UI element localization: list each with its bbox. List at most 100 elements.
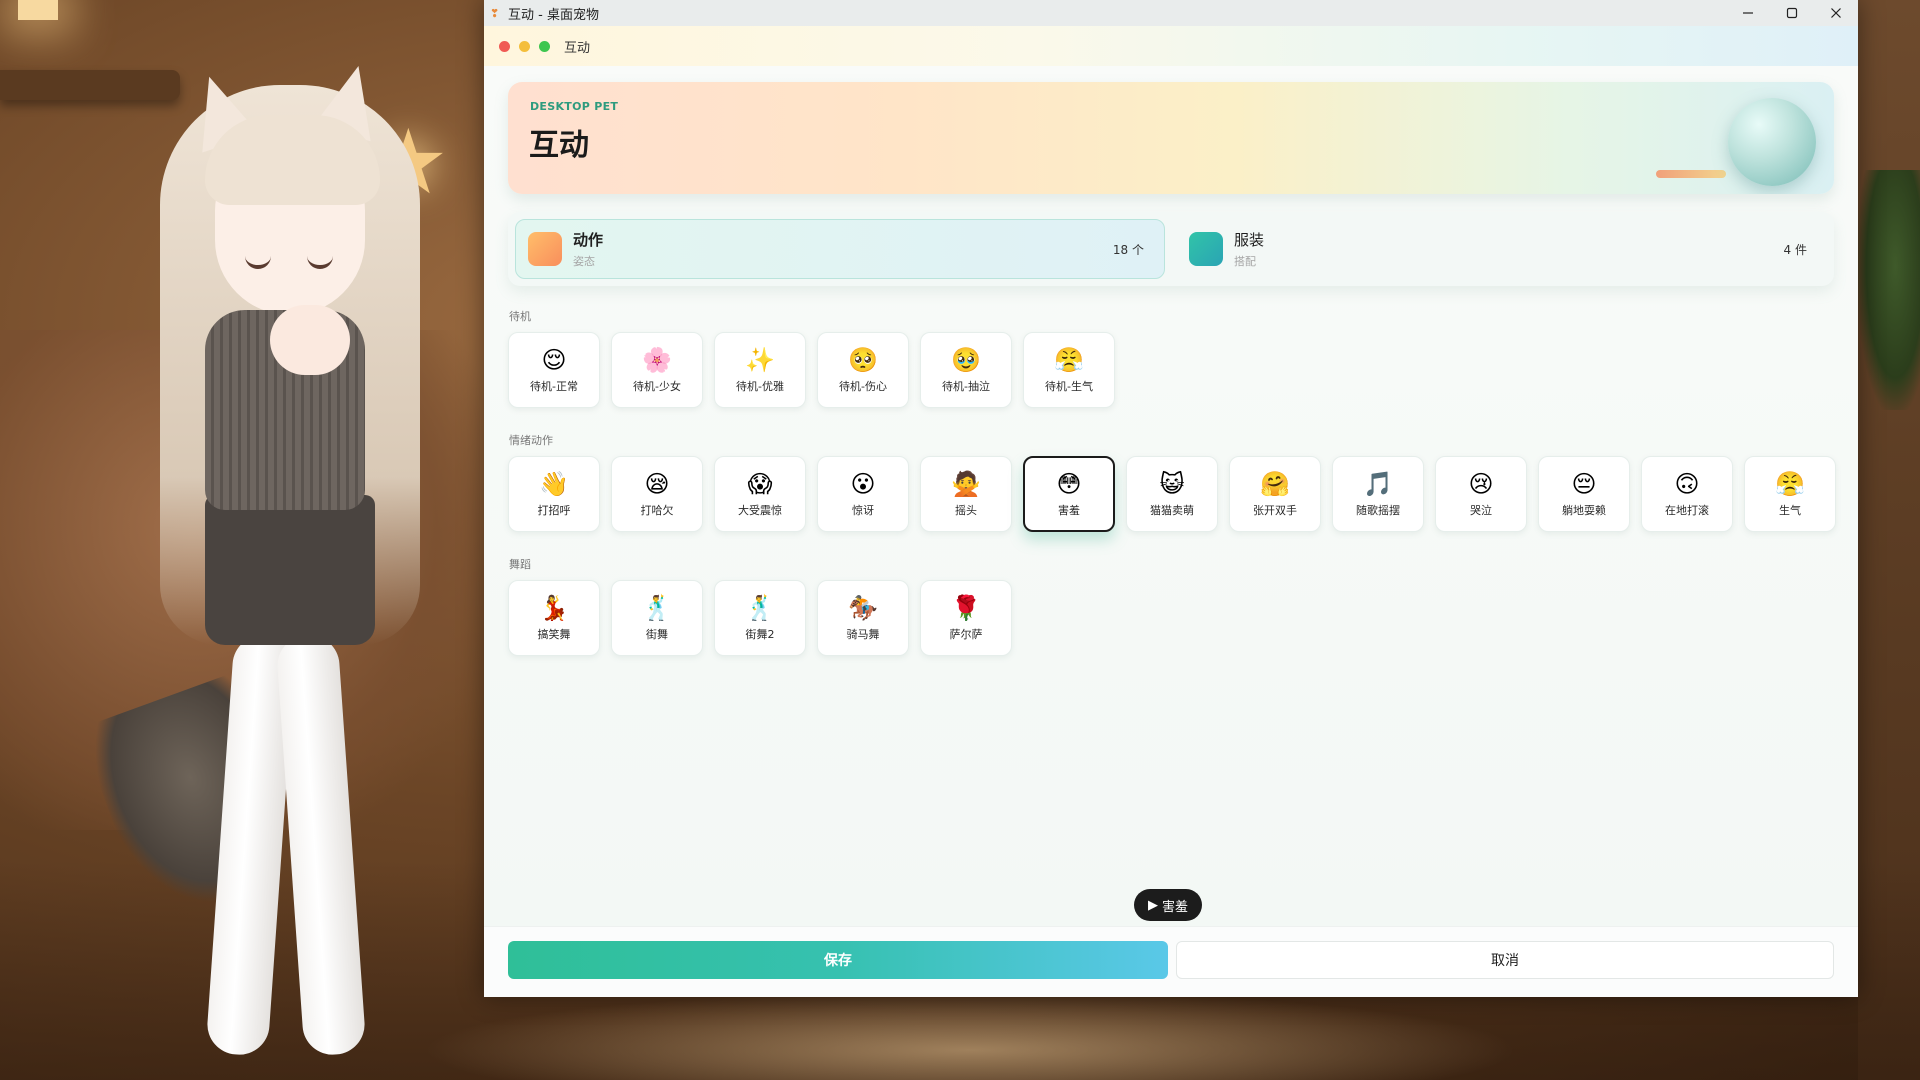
action-card[interactable]: 😮 惊讶 (817, 456, 909, 532)
tab-outfits[interactable]: 服装 搭配 4 件 (1177, 219, 1827, 279)
window-title: 互动 - 桌面宠物 (508, 7, 599, 23)
action-card[interactable]: 😤 生气 (1744, 456, 1836, 532)
hero-orb (1728, 98, 1816, 186)
action-card[interactable]: 😢 哭泣 (1435, 456, 1527, 532)
play-icon: ▶ (1148, 897, 1158, 913)
action-label: 骑马舞 (846, 628, 880, 641)
action-emoji-icon: 💃 (539, 594, 569, 622)
tab-actions[interactable]: 动作 姿态 18 个 (515, 219, 1165, 279)
action-emoji-icon: 🌹 (951, 594, 981, 622)
action-label: 萨尔萨 (949, 628, 983, 641)
action-emoji-icon: 🎵 (1363, 470, 1393, 498)
action-label: 在地打滚 (1665, 504, 1709, 517)
now-playing-chip[interactable]: ▶ 害羞 (1134, 889, 1203, 921)
paw-icon: ❣ (490, 6, 500, 20)
action-card[interactable]: 😱 大受震惊 (714, 456, 806, 532)
pet-eye-left (245, 255, 271, 269)
idle-action-grid: 😌 待机-正常 🌸 待机-少女 ✨ 待机-优雅 🥺 待机-伤心 🥹 待机-抽泣 😤 待机-生气 (508, 332, 1115, 408)
desktop-pet-character[interactable] (78, 55, 450, 1080)
action-label: 街舞 (646, 628, 668, 641)
action-label: 张开双手 (1253, 504, 1297, 517)
action-card[interactable]: 😤 待机-生气 (1023, 332, 1115, 408)
action-card[interactable]: 🥺 待机-伤心 (817, 332, 909, 408)
action-card[interactable]: 🎵 随歌摇摆 (1332, 456, 1424, 532)
action-card[interactable]: 💃 搞笑舞 (508, 580, 600, 656)
tab-sublabel: 姿态 (573, 255, 595, 268)
action-card[interactable]: 🕺 街舞 (611, 580, 703, 656)
section-title-dance: 舞蹈 (509, 558, 531, 571)
close-button[interactable] (1814, 0, 1858, 26)
pet-leg-right (275, 633, 367, 1057)
action-card[interactable]: 🌹 萨尔萨 (920, 580, 1012, 656)
action-card[interactable]: 😳 害羞 (1023, 456, 1115, 532)
app-window: ❣ 互动 - 桌面宠物 互动 DESKTOP PET 互动 动作 姿态 18 个… (484, 0, 1858, 997)
action-card[interactable]: 🏇 骑马舞 (817, 580, 909, 656)
pet-bangs (205, 115, 380, 205)
section-title-idle: 待机 (509, 310, 531, 323)
action-card[interactable]: 🕺 街舞2 (714, 580, 806, 656)
section-title-emotion: 情绪动作 (509, 434, 553, 447)
action-card[interactable]: 😌 待机-正常 (508, 332, 600, 408)
pet-eye-right (307, 255, 333, 269)
action-emoji-icon: 😢 (1468, 470, 1494, 498)
plant (1858, 170, 1920, 410)
action-label: 待机-优雅 (736, 380, 784, 393)
traffic-light-close[interactable] (499, 40, 510, 52)
pet-shorts (205, 495, 375, 645)
action-label: 打招呼 (537, 504, 571, 517)
action-card[interactable]: 🙅 摇头 (920, 456, 1012, 532)
action-label: 躺地耍赖 (1562, 504, 1606, 517)
action-label: 待机-生气 (1045, 380, 1093, 393)
hero-banner: DESKTOP PET 互动 (508, 82, 1834, 194)
maximize-button[interactable] (1770, 0, 1814, 26)
close-icon (1831, 8, 1841, 18)
maximize-icon (1786, 7, 1798, 19)
action-card[interactable]: 😪 打哈欠 (611, 456, 703, 532)
app-header-title: 互动 (564, 40, 591, 56)
minimize-button[interactable] (1726, 0, 1770, 26)
app-header: 互动 (484, 26, 1858, 66)
action-card[interactable]: 👋 打招呼 (508, 456, 600, 532)
action-emoji-icon: 🤗 (1260, 470, 1290, 498)
hero-subtitle: DESKTOP PET (530, 100, 619, 113)
traffic-light-minimize[interactable] (519, 40, 530, 52)
action-label: 摇头 (955, 504, 977, 517)
action-emoji-icon: 😺 (1159, 470, 1185, 498)
ceiling-lamp (18, 0, 58, 20)
action-emoji-icon: 😔 (1571, 470, 1597, 498)
action-emoji-icon: ✨ (745, 346, 775, 374)
action-label: 大受震惊 (738, 504, 782, 517)
action-card[interactable]: 🌸 待机-少女 (611, 332, 703, 408)
tab-count: 4 件 (1783, 242, 1807, 257)
action-emoji-icon: 😱 (747, 470, 773, 498)
traffic-light-maximize[interactable] (539, 40, 550, 52)
footer-actions: 保存 取消 (484, 926, 1858, 997)
tab-label: 服装 (1234, 231, 1265, 249)
action-label: 待机-抽泣 (942, 380, 990, 393)
action-card[interactable]: 😺 猫猫卖萌 (1126, 456, 1218, 532)
save-button[interactable]: 保存 (508, 941, 1168, 979)
tab-sublabel: 搭配 (1234, 255, 1256, 268)
pet-hands (270, 305, 350, 375)
action-emoji-icon: 🕺 (745, 594, 775, 622)
hero-title: 互动 (529, 128, 589, 163)
action-emoji-icon: 😌 (541, 346, 567, 374)
action-label: 待机-少女 (633, 380, 681, 393)
window-titlebar[interactable]: ❣ 互动 - 桌面宠物 (484, 0, 1858, 26)
action-card[interactable]: 😔 躺地耍赖 (1538, 456, 1630, 532)
action-card[interactable]: ✨ 待机-优雅 (714, 332, 806, 408)
action-label: 惊讶 (852, 504, 874, 517)
action-label: 待机-伤心 (839, 380, 887, 393)
cancel-button[interactable]: 取消 (1176, 941, 1834, 979)
hero-decoration-bar (1656, 170, 1726, 178)
action-label: 街舞2 (745, 628, 775, 641)
action-emoji-icon: 😳 (1056, 470, 1082, 498)
action-card[interactable]: 🤗 张开双手 (1229, 456, 1321, 532)
action-card[interactable]: 🙃 在地打滚 (1641, 456, 1733, 532)
action-label: 随歌摇摆 (1356, 504, 1400, 517)
action-label: 哭泣 (1470, 504, 1492, 517)
action-card[interactable]: 🥹 待机-抽泣 (920, 332, 1012, 408)
action-label: 猫猫卖萌 (1150, 504, 1194, 517)
action-emoji-icon: 🌸 (642, 346, 672, 374)
window-controls (1726, 0, 1858, 26)
